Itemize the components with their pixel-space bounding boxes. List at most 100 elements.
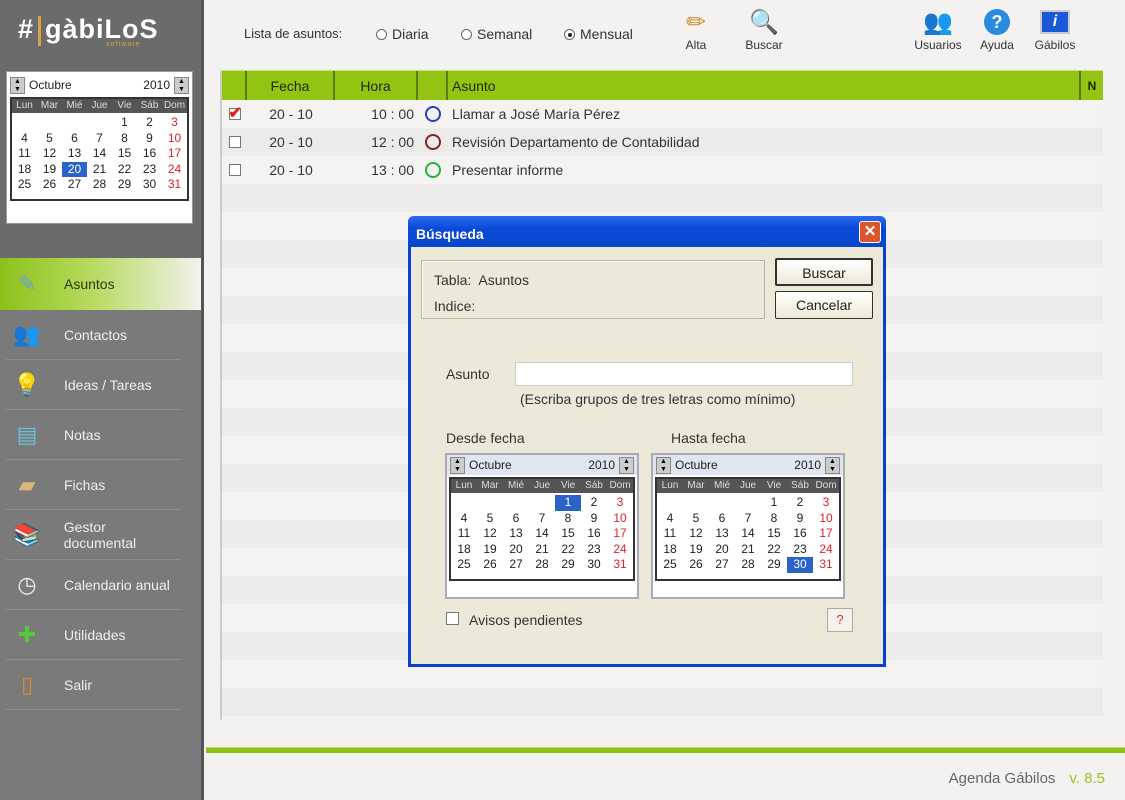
close-icon[interactable]: ✕ <box>859 221 881 243</box>
calendar-day[interactable]: 14 <box>735 526 761 542</box>
month-spinner[interactable]: ▲ ▼ <box>656 456 671 474</box>
calendar-day[interactable]: 17 <box>813 526 839 542</box>
calendar-day[interactable]: 11 <box>657 526 683 542</box>
cancelar-button[interactable]: Cancelar <box>775 291 873 319</box>
calendar-day[interactable]: 25 <box>451 557 477 573</box>
calendar-day[interactable]: 9 <box>137 131 162 147</box>
calendar-day[interactable]: 10 <box>813 511 839 527</box>
calendar-day[interactable]: 6 <box>62 131 87 147</box>
month-spinner[interactable]: ▲ ▼ <box>450 456 465 474</box>
calendar-day[interactable]: 30 <box>137 177 162 193</box>
year-spinner[interactable]: ▲ ▼ <box>619 456 634 474</box>
year-spinner[interactable]: ▲ ▼ <box>174 76 189 94</box>
row-checkbox[interactable] <box>228 136 241 148</box>
radio-diaria[interactable]: Diaria <box>376 26 429 42</box>
radio-mensual[interactable]: Mensual <box>564 26 633 42</box>
toolbar-gabilos-button[interactable]: i Gábilos <box>1027 6 1083 52</box>
calendar-day[interactable]: 8 <box>112 131 137 147</box>
sidebar-item-ideas-tareas[interactable]: 💡 Ideas / Tareas <box>6 360 181 410</box>
calendar-day[interactable]: 17 <box>607 526 633 542</box>
calendar-day[interactable]: 26 <box>37 177 62 193</box>
calendar-day[interactable]: 20 <box>709 542 735 558</box>
calendar-day[interactable]: 5 <box>683 511 709 527</box>
row-checkbox[interactable]: ✔ <box>228 105 242 122</box>
calendar-day[interactable]: 30 <box>581 557 607 573</box>
sidebar-item-asuntos[interactable]: ✎ Asuntos <box>0 258 201 310</box>
sidebar-item-salir[interactable]: ▯ Salir <box>6 660 181 710</box>
calendar-day[interactable]: 8 <box>555 511 581 527</box>
calendar-day[interactable]: 19 <box>683 542 709 558</box>
calendar-day[interactable]: 14 <box>87 146 112 162</box>
calendar-day[interactable]: 15 <box>555 526 581 542</box>
calendar-day[interactable]: 21 <box>735 542 761 558</box>
calendar-day[interactable]: 16 <box>787 526 813 542</box>
calendar-day[interactable]: 15 <box>112 146 137 162</box>
calendar-day[interactable]: 24 <box>162 162 187 178</box>
calendar-day[interactable]: 23 <box>581 542 607 558</box>
asunto-input[interactable] <box>515 362 853 386</box>
row-checkbox-cell[interactable]: ✔ <box>222 105 247 122</box>
calendar-day[interactable]: 11 <box>12 146 37 162</box>
calendar-day[interactable]: 18 <box>12 162 37 178</box>
calendar-day[interactable]: 12 <box>37 146 62 162</box>
calendar-day[interactable]: 19 <box>477 542 503 558</box>
radio-indicator[interactable] <box>461 28 472 40</box>
calendar-day[interactable]: 24 <box>813 542 839 558</box>
calendar-day[interactable]: 5 <box>477 511 503 527</box>
calendar-day[interactable]: 4 <box>451 511 477 527</box>
calendar-day[interactable]: 2 <box>137 115 162 131</box>
calendar-day[interactable]: 2 <box>787 495 813 511</box>
calendar-day[interactable]: 31 <box>607 557 633 573</box>
calendar-day[interactable]: 1 <box>761 495 787 511</box>
calendar-day[interactable]: 20 <box>503 542 529 558</box>
calendar-day[interactable]: 18 <box>657 542 683 558</box>
calendar-day[interactable]: 10 <box>162 131 187 147</box>
help-button[interactable]: ? <box>827 608 853 632</box>
col-check[interactable] <box>222 71 247 100</box>
calendar-day[interactable]: 4 <box>12 131 37 147</box>
calendar-day[interactable]: 5 <box>37 131 62 147</box>
calendar-day[interactable]: 21 <box>529 542 555 558</box>
calendar-day[interactable]: 26 <box>477 557 503 573</box>
calendar-day[interactable]: 15 <box>761 526 787 542</box>
col-n[interactable]: N <box>1081 71 1103 100</box>
calendar-day[interactable]: 27 <box>709 557 735 573</box>
calendar-day[interactable]: 29 <box>761 557 787 573</box>
calendar-day[interactable]: 7 <box>735 511 761 527</box>
calendar-day[interactable]: 3 <box>607 495 633 511</box>
dialog-titlebar[interactable]: Búsqueda ✕ <box>408 216 886 247</box>
calendar-day[interactable]: 28 <box>735 557 761 573</box>
calendar-day[interactable]: 27 <box>503 557 529 573</box>
col-fecha[interactable]: Fecha <box>247 71 335 100</box>
radio-indicator[interactable] <box>376 28 387 40</box>
calendar-day[interactable]: 29 <box>112 177 137 193</box>
calendar-day[interactable]: 27 <box>62 177 87 193</box>
calendar-day[interactable]: 13 <box>62 146 87 162</box>
avisos-checkbox[interactable] <box>446 612 459 625</box>
calendar-day[interactable]: 13 <box>503 526 529 542</box>
calendar-day[interactable]: 10 <box>607 511 633 527</box>
calendar-day[interactable]: 1 <box>112 115 137 131</box>
calendar-day[interactable]: 17 <box>162 146 187 162</box>
sidebar-item-gestor-documental[interactable]: 📚 Gestor documental <box>6 510 181 560</box>
calendar-day[interactable]: 3 <box>162 115 187 131</box>
calendar-day[interactable]: 3 <box>813 495 839 511</box>
sidebar-item-calendario-anual[interactable]: ◷ Calendario anual <box>6 560 181 610</box>
toolbar-buscar-button[interactable]: 🔍 Buscar <box>736 6 792 53</box>
calendar-day[interactable]: 16 <box>137 146 162 162</box>
calendar-day[interactable]: 7 <box>87 131 112 147</box>
calendar-day[interactable]: 9 <box>581 511 607 527</box>
calendar-day[interactable]: 9 <box>787 511 813 527</box>
row-checkbox[interactable] <box>228 164 241 176</box>
sidebar-item-notas[interactable]: ▤ Notas <box>6 410 181 460</box>
calendar-day[interactable]: 14 <box>529 526 555 542</box>
toolbar-ayuda-button[interactable]: ? Ayuda <box>969 6 1025 52</box>
sidebar-item-utilidades[interactable]: ✚ Utilidades <box>6 610 181 660</box>
calendar-day[interactable]: 11 <box>451 526 477 542</box>
col-hora[interactable]: Hora <box>335 71 418 100</box>
row-checkbox-cell[interactable] <box>222 136 247 148</box>
calendar-day[interactable]: 25 <box>12 177 37 193</box>
calendar-day[interactable]: 29 <box>555 557 581 573</box>
calendar-day[interactable]: 1 <box>555 495 581 511</box>
radio-semanal[interactable]: Semanal <box>461 26 532 42</box>
